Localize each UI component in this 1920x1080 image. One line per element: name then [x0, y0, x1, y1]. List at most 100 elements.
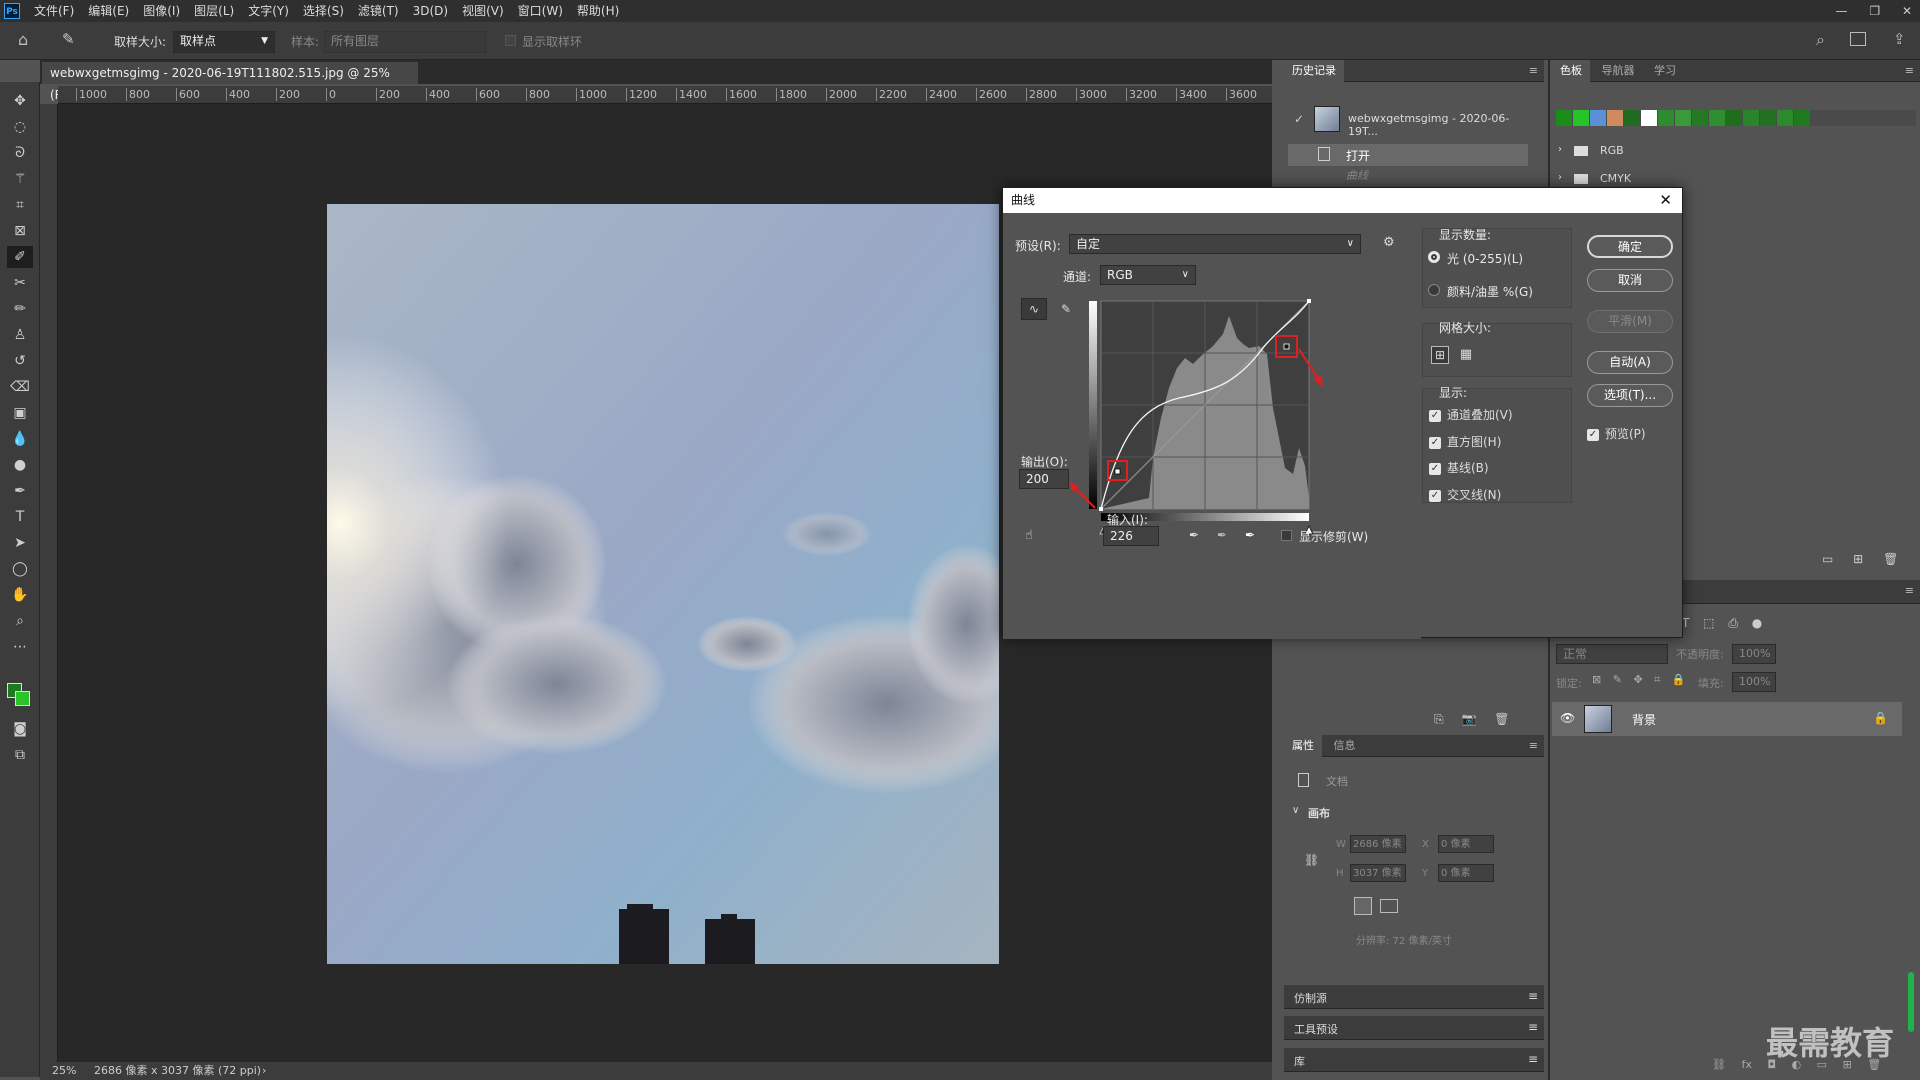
menu-item[interactable]: 选择(S): [296, 0, 351, 22]
pigment-radio[interactable]: [1428, 284, 1440, 296]
color-swatch[interactable]: [1726, 110, 1742, 126]
menu-item[interactable]: 文件(F): [27, 0, 81, 22]
history-item[interactable]: 曲线: [1288, 166, 1528, 184]
color-swatch[interactable]: [1641, 110, 1657, 126]
checkbox-checked-icon[interactable]: ✓: [1587, 428, 1599, 441]
smart-object-filter-icon[interactable]: ⎙: [1728, 616, 1738, 630]
eraser-tool-icon[interactable]: ⌫: [7, 376, 33, 398]
targeted-adjustment-hand-icon[interactable]: ☝: [1025, 528, 1033, 543]
channel-select[interactable]: RGB ∨: [1100, 265, 1196, 285]
pen-tool-icon[interactable]: ✒: [7, 480, 33, 502]
portrait-orientation-icon[interactable]: [1354, 897, 1372, 915]
show-option[interactable]: ✓ 交叉线(N): [1429, 486, 1501, 503]
color-swatch[interactable]: [1760, 110, 1776, 126]
shape-tool-icon[interactable]: ◯: [7, 558, 33, 580]
lock-transparent-icon[interactable]: ⊠: [1592, 673, 1601, 686]
panel-menu-icon[interactable]: ≡: [1905, 60, 1914, 82]
history-item[interactable]: 打开: [1288, 144, 1528, 166]
color-swatch[interactable]: [1794, 110, 1810, 126]
brush-tool-icon[interactable]: ✏: [7, 298, 33, 320]
checkbox-checked-icon[interactable]: ✓: [1429, 409, 1441, 422]
preview-option[interactable]: ✓ 预览(P): [1587, 425, 1646, 442]
white-point-eyedropper-icon[interactable]: ✒: [1245, 528, 1255, 542]
pencil-draw-icon[interactable]: ✎: [1055, 298, 1077, 320]
panel-menu-icon[interactable]: ≡: [1529, 735, 1538, 757]
panel-menu-icon[interactable]: ≡: [1529, 60, 1538, 82]
document-image[interactable]: [327, 204, 999, 964]
cancel-button[interactable]: 取消: [1587, 269, 1673, 292]
share-icon[interactable]: ⇪: [1893, 30, 1906, 48]
close-window-icon[interactable]: ✕: [1902, 4, 1912, 18]
tab-history[interactable]: 历史记录: [1284, 60, 1344, 82]
eyedropper-tool-icon[interactable]: ✎: [62, 30, 75, 48]
menu-item[interactable]: 编辑(E): [81, 0, 136, 22]
tool-presets-panel-header[interactable]: 工具预设 ≡: [1284, 1016, 1544, 1040]
color-swatch[interactable]: [1624, 110, 1640, 126]
link-layers-icon[interactable]: ⛓: [1712, 1058, 1726, 1071]
ok-button[interactable]: 确定: [1587, 235, 1673, 258]
color-swatch[interactable]: [1590, 110, 1606, 126]
lock-position-icon[interactable]: ✥: [1633, 673, 1642, 686]
blur-tool-icon[interactable]: 💧: [7, 428, 33, 450]
options-button[interactable]: 选项(T)...: [1587, 384, 1673, 407]
show-option[interactable]: ✓ 基线(B): [1429, 459, 1489, 476]
magic-wand-tool-icon[interactable]: ⚚: [7, 168, 33, 190]
auto-button[interactable]: 自动(A): [1587, 351, 1673, 374]
type-filter-icon[interactable]: T: [1682, 616, 1689, 630]
eyedropper-tool-icon[interactable]: ✐: [7, 246, 33, 268]
color-swatch[interactable]: [1692, 110, 1708, 126]
show-ring-checkbox[interactable]: [505, 35, 516, 46]
zoom-tool-icon[interactable]: ⌕: [7, 610, 33, 632]
input-field[interactable]: 226: [1103, 526, 1159, 546]
color-swatch[interactable]: [1743, 110, 1759, 126]
preset-select[interactable]: 自定 ∨: [1069, 234, 1361, 254]
home-icon[interactable]: ⌂: [18, 30, 28, 49]
document-tab[interactable]: webwxgetmsgimg - 2020-06-19T111802.515.j…: [42, 62, 418, 102]
crop-tool-icon[interactable]: ⌗: [7, 194, 33, 216]
visibility-eye-icon[interactable]: 👁: [1560, 711, 1575, 725]
checkbox-checked-icon[interactable]: ✓: [1429, 436, 1441, 449]
color-swatch[interactable]: [1777, 110, 1793, 126]
checkbox-checked-icon[interactable]: ✓: [1429, 462, 1441, 475]
panel-menu-icon[interactable]: ≡: [1905, 580, 1914, 602]
search-icon[interactable]: ⌕: [1816, 30, 1825, 50]
show-option[interactable]: ✓ 直方图(H): [1429, 433, 1501, 450]
checkbox-checked-icon[interactable]: ✓: [1429, 489, 1441, 502]
dialog-title-bar[interactable]: 曲线 ✕: [1003, 188, 1682, 213]
blend-mode-select[interactable]: 正常: [1556, 644, 1668, 664]
fx-icon[interactable]: fx: [1741, 1058, 1751, 1071]
landscape-orientation-icon[interactable]: [1380, 899, 1398, 913]
show-clipping-checkbox[interactable]: [1281, 530, 1292, 541]
tab-swatches[interactable]: 色板: [1552, 60, 1590, 82]
menu-item[interactable]: 滤镜(T): [351, 0, 406, 22]
menu-item[interactable]: 视图(V): [455, 0, 511, 22]
color-swatch[interactable]: [1658, 110, 1674, 126]
healing-brush-tool-icon[interactable]: ✂: [7, 272, 33, 294]
history-snapshot[interactable]: ✓ webwxgetmsgimg - 2020-06-19T...: [1288, 106, 1528, 138]
width-field[interactable]: 2686 像素: [1350, 835, 1406, 853]
menu-item[interactable]: 图层(L): [187, 0, 241, 22]
gradient-tool-icon[interactable]: ▣: [7, 402, 33, 424]
height-field[interactable]: 3037 像素: [1350, 864, 1406, 882]
menu-item[interactable]: 帮助(H): [570, 0, 626, 22]
new-document-from-state-icon[interactable]: ⎘: [1434, 712, 1444, 726]
swatch-group[interactable]: › RGB: [1556, 142, 1856, 160]
shape-filter-icon[interactable]: ⬚: [1703, 616, 1714, 630]
marquee-tool-icon[interactable]: ◌: [7, 116, 33, 138]
more-tools-icon[interactable]: ⋯: [7, 636, 33, 658]
edit-points-curve-icon[interactable]: ∿: [1021, 298, 1047, 320]
opacity-field[interactable]: 100%: [1732, 644, 1776, 664]
tab-properties[interactable]: 属性: [1284, 735, 1322, 757]
simple-grid-icon[interactable]: ⊞: [1431, 346, 1449, 364]
show-option[interactable]: ✓ 通道叠加(V): [1429, 406, 1513, 423]
y-field[interactable]: 0 像素: [1438, 864, 1494, 882]
document-info[interactable]: 2686 像素 x 3037 像素 (72 ppi): [94, 1062, 261, 1080]
tab-navigator[interactable]: 导航器: [1594, 60, 1643, 82]
tab-learn[interactable]: 学习: [1646, 60, 1684, 82]
screen-mode-icon[interactable]: ⧉: [7, 744, 33, 766]
history-brush-source-icon[interactable]: ✓: [1294, 112, 1304, 126]
sample-select[interactable]: 所有图层: [324, 31, 486, 53]
x-field[interactable]: 0 像素: [1438, 835, 1494, 853]
camera-icon[interactable]: 📷: [1461, 712, 1476, 726]
new-group-icon[interactable]: ▭: [1822, 552, 1833, 566]
